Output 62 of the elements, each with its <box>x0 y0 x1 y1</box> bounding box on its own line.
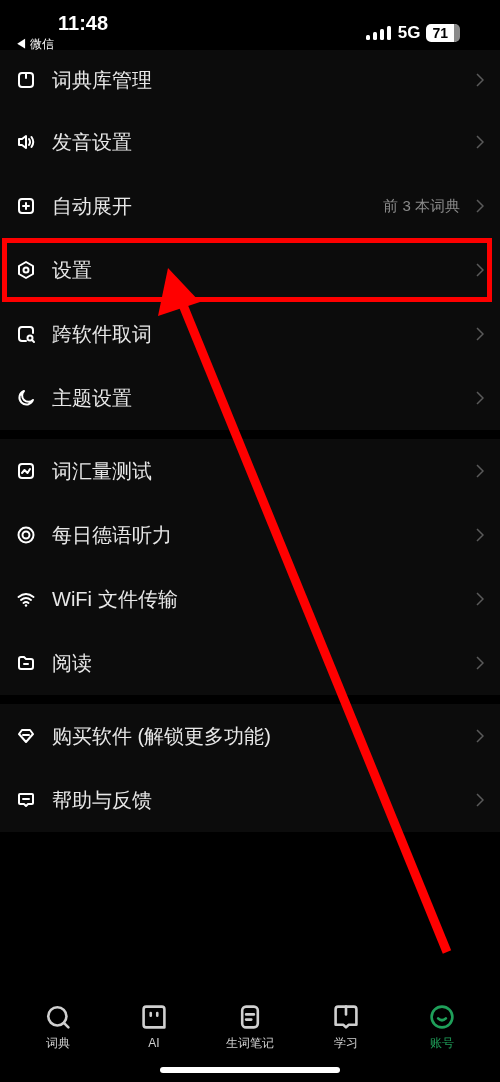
chart-square-icon <box>16 461 36 481</box>
menu-item[interactable]: 词典库管理 <box>0 50 500 110</box>
moon-icon <box>16 388 36 408</box>
item-label: 主题设置 <box>52 386 133 411</box>
menu-item[interactable]: 跨软件取词 <box>0 302 500 366</box>
item-label: 词汇量测试 <box>52 459 153 484</box>
tab-item[interactable]: 账号 <box>402 1004 482 1052</box>
item-label: 设置 <box>52 258 93 283</box>
menu-item[interactable]: 词汇量测试 <box>0 439 500 503</box>
chevron-icon <box>476 391 484 405</box>
item-label: 每日德语听力 <box>52 523 173 548</box>
menu-item[interactable]: 帮助与反馈 <box>0 768 500 832</box>
menu-item[interactable]: 每日德语听力 <box>0 503 500 567</box>
tab-item[interactable]: 学习 <box>306 1004 386 1052</box>
chevron-icon <box>476 793 484 807</box>
search-square-icon <box>16 324 36 344</box>
speaker-icon <box>16 132 36 152</box>
menu-item[interactable]: 主题设置 <box>0 366 500 430</box>
tab-item[interactable]: 词典 <box>18 1004 98 1052</box>
diamond-icon <box>16 726 36 746</box>
chevron-icon <box>476 464 484 478</box>
network-label: 5G <box>397 22 421 44</box>
chevron-icon <box>476 73 484 87</box>
chevron-icon <box>476 327 484 341</box>
item-label: 阅读 <box>52 651 93 676</box>
item-value: 前 3 本词典 <box>383 195 460 216</box>
settings-icon <box>16 260 36 280</box>
robot-face-icon <box>141 1004 167 1030</box>
chevron-icon <box>476 528 484 542</box>
menu-item[interactable]: 自动展开 前 3 本词典 <box>0 174 500 238</box>
search-icon <box>45 1004 71 1030</box>
chevron-icon <box>476 263 484 277</box>
message-icon <box>16 790 36 810</box>
smiley-icon <box>429 1004 455 1030</box>
target-icon <box>16 525 36 545</box>
chevron-icon <box>476 729 484 743</box>
open-book-icon <box>333 1004 359 1030</box>
chevron-icon <box>476 199 484 213</box>
chevron-icon <box>476 656 484 670</box>
book-icon <box>16 70 36 90</box>
menu-item[interactable]: WiFi 文件传输 <box>0 567 500 631</box>
item-label: 帮助与反馈 <box>52 788 153 813</box>
tab-item[interactable]: 生词笔记 <box>210 1004 290 1052</box>
item-label: 购买软件 (解锁更多功能) <box>52 724 272 749</box>
item-label: 自动展开 <box>52 194 133 219</box>
menu-item[interactable]: 设置 <box>0 238 500 302</box>
battery-indicator: 71 <box>426 23 460 42</box>
item-label: 跨软件取词 <box>52 322 153 347</box>
menu-item[interactable]: 阅读 <box>0 631 500 695</box>
chevron-icon <box>476 592 484 606</box>
plus-square-icon <box>16 196 36 216</box>
back-link[interactable]: ◀ 微信 <box>15 35 55 53</box>
tab-item[interactable]: AI <box>114 1004 194 1052</box>
status-time: 11:48 <box>58 11 109 36</box>
chevron-icon <box>476 135 484 149</box>
menu-item[interactable]: 购买软件 (解锁更多功能) <box>0 704 500 768</box>
signal-icon <box>365 24 392 41</box>
folder-icon <box>16 653 36 673</box>
item-label: 词典库管理 <box>52 68 153 93</box>
item-label: WiFi 文件传输 <box>52 587 179 612</box>
item-label: 发音设置 <box>52 130 133 155</box>
menu-item[interactable]: 发音设置 <box>0 110 500 174</box>
